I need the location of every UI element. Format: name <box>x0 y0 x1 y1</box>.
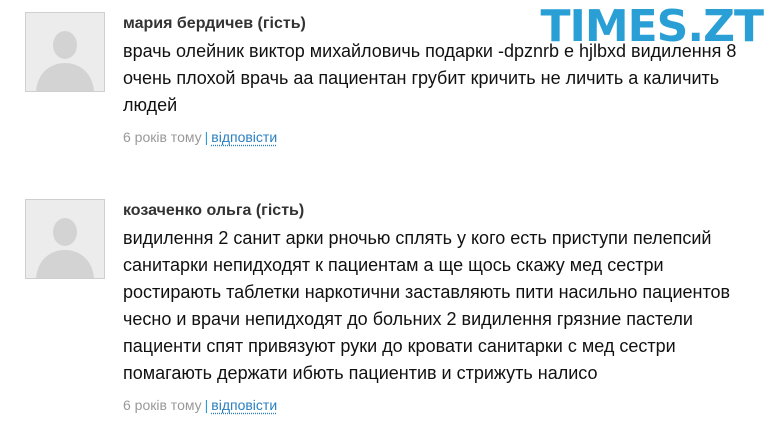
comment-body: козаченко ольга (гість) видилення 2 сани… <box>123 199 765 415</box>
user-placeholder-icon <box>25 199 105 279</box>
meta-separator: | <box>204 397 209 413</box>
comment-item: козаченко ольга (гість) видилення 2 сани… <box>25 199 765 439</box>
comment-meta: 6 років тому | відповісти <box>123 395 765 415</box>
comment-text: видилення 2 санит арки рночью сплять у к… <box>123 228 731 383</box>
meta-separator: | <box>204 129 209 145</box>
comment-text: врачь олейник виктор михайловичь подарки… <box>123 41 737 115</box>
comment-time: 6 років тому <box>123 397 202 413</box>
comment-time: 6 років тому <box>123 129 202 145</box>
comment-author: мария бердичев (гість) <box>123 15 306 32</box>
reply-link[interactable]: відповісти <box>211 397 277 413</box>
comment-body: мария бердичев (гість) врачь олейник вик… <box>123 12 765 147</box>
reply-link[interactable]: відповісти <box>211 129 277 145</box>
user-placeholder-icon <box>25 12 105 92</box>
comment-meta: 6 років тому | відповісти <box>123 127 765 147</box>
comment-author: козаченко ольга (гість) <box>123 202 305 219</box>
comment-item: мария бердичев (гість) врачь олейник вик… <box>25 12 765 162</box>
